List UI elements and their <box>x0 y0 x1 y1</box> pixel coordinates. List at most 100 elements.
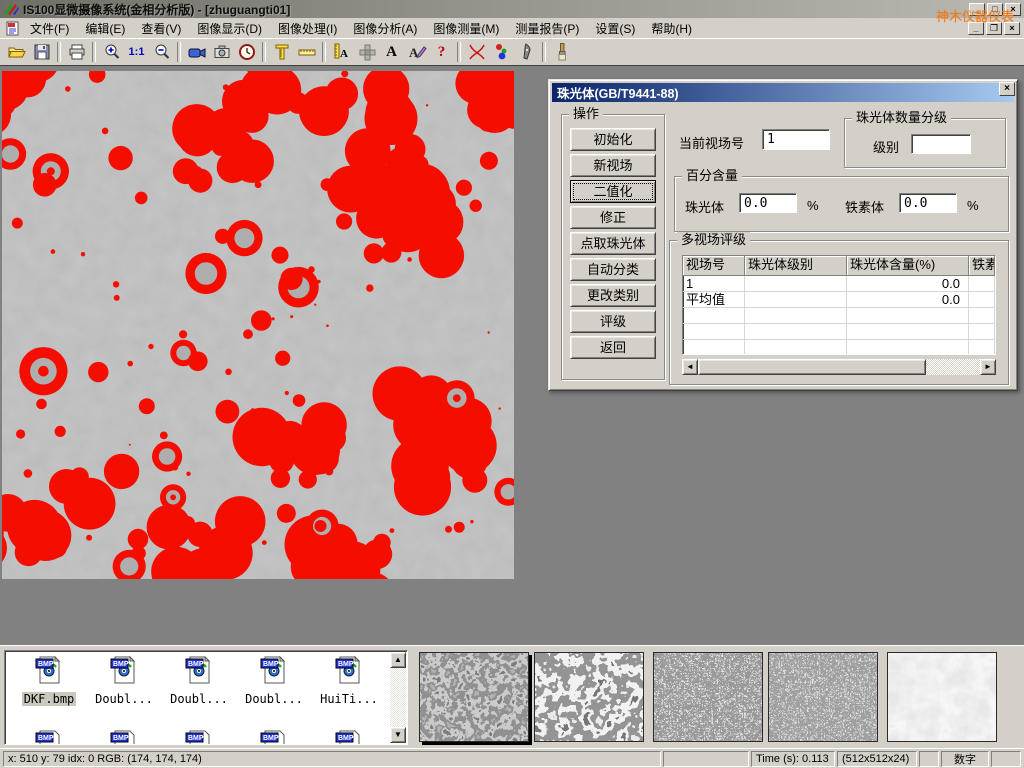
menu-item-image-process[interactable]: 图像处理(I) <box>270 18 345 39</box>
table-row[interactable]: 1 0.0 <box>683 276 995 292</box>
toolbar-separator <box>262 42 266 62</box>
scroll-left-icon[interactable]: ◄ <box>682 359 698 375</box>
dialog-close-icon[interactable]: × <box>999 82 1015 96</box>
current-field-input[interactable]: 1 <box>762 129 830 150</box>
workspace: 珠光体(GB/T9441-88) × 操作 初始化 新视场 二值化 修正 点取珠… <box>0 65 1024 645</box>
level-input[interactable] <box>911 134 971 154</box>
ferrite-percent-input[interactable]: 0.0 <box>899 193 957 213</box>
percent-group-label: 百分含量 <box>682 168 742 183</box>
thumbnail-1[interactable] <box>419 652 529 742</box>
menu-item-file[interactable]: 文件(F) <box>22 18 77 39</box>
measure-text-icon[interactable]: A <box>329 40 354 64</box>
zoom-out-icon[interactable] <box>149 40 174 64</box>
file-item[interactable]: BMP Doubl... <box>163 655 235 708</box>
file-item[interactable]: BMP HuiTi... <box>313 655 385 708</box>
specimen-image[interactable] <box>2 71 514 579</box>
thumbnail-2[interactable] <box>534 652 644 742</box>
grade-group: 珠光体数量分级 级别 <box>844 118 1006 168</box>
menu-item-report[interactable]: 测量报告(P) <box>507 18 587 39</box>
change-class-button[interactable]: 更改类别 <box>570 284 656 307</box>
file-label[interactable]: HuiTi... <box>318 692 380 706</box>
initialize-button[interactable]: 初始化 <box>570 128 656 151</box>
toolbar-separator <box>57 42 61 62</box>
table-hscrollbar[interactable]: ◄ ► <box>682 359 996 375</box>
svg-text:BMP: BMP <box>38 661 54 668</box>
timer-icon[interactable] <box>234 40 259 64</box>
scroll-track[interactable] <box>390 668 406 727</box>
file-item[interactable]: BMP <box>238 729 310 745</box>
print-icon[interactable] <box>64 40 89 64</box>
curve-tool-icon[interactable] <box>464 40 489 64</box>
document-icon[interactable] <box>5 21 20 36</box>
toolbar-separator <box>322 42 326 62</box>
dialog-title: 珠光体(GB/T9441-88) <box>557 83 679 102</box>
svg-text:BMP: BMP <box>263 735 279 742</box>
actual-size-icon[interactable]: 1:1 <box>124 40 149 64</box>
return-button[interactable]: 返回 <box>570 336 656 359</box>
thumbnail-5[interactable] <box>887 652 997 742</box>
vendor-watermark: 神木仪器仪表 <box>936 6 1014 25</box>
file-item[interactable]: BMP DKF.bmp <box>13 655 85 708</box>
save-icon[interactable] <box>29 40 54 64</box>
video-camera-icon[interactable] <box>184 40 209 64</box>
table-row[interactable] <box>683 308 995 324</box>
file-item[interactable]: BMP Doubl... <box>88 655 160 708</box>
menu-item-view[interactable]: 查看(V) <box>133 18 189 39</box>
menu-bar: 文件(F) 编辑(E) 查看(V) 图像显示(D) 图像处理(I) 图像分析(A… <box>0 18 1024 38</box>
merge-fields-icon[interactable] <box>354 40 379 64</box>
brush-icon[interactable] <box>549 40 574 64</box>
file-browser-vscrollbar[interactable]: ▲ ▼ <box>390 652 406 743</box>
bmp-file-icon: BMP <box>259 655 289 685</box>
file-item[interactable]: BMP <box>163 729 235 745</box>
file-item[interactable]: BMP Doubl... <box>238 655 310 708</box>
table-row[interactable] <box>683 340 995 355</box>
rating-table: 视场号 珠光体级别 珠光体含量(%) 铁素体 1 0.0 平均值 <box>682 255 996 355</box>
table-row[interactable]: 平均值 0.0 <box>683 292 995 308</box>
caliper-icon[interactable] <box>269 40 294 64</box>
zoom-in-icon[interactable] <box>99 40 124 64</box>
menu-item-settings[interactable]: 设置(S) <box>587 18 643 39</box>
menu-item-edit[interactable]: 编辑(E) <box>77 18 133 39</box>
dialog-title-bar[interactable]: 珠光体(GB/T9441-88) <box>552 83 1014 102</box>
pearlite-dialog: 珠光体(GB/T9441-88) × 操作 初始化 新视场 二值化 修正 点取珠… <box>548 79 1018 391</box>
bmp-file-icon: BMP <box>259 729 289 745</box>
pen-icon[interactable] <box>514 40 539 64</box>
capture-icon[interactable] <box>209 40 234 64</box>
edit-text-icon[interactable]: A <box>404 40 429 64</box>
operations-group: 操作 初始化 新视场 二值化 修正 点取珠光体 自动分类 更改类别 评级 返回 <box>561 114 665 380</box>
scroll-up-icon[interactable]: ▲ <box>390 652 406 668</box>
pearlite-percent-input[interactable]: 0.0 <box>739 193 797 213</box>
thumbnail-3[interactable] <box>653 652 763 742</box>
ruler-icon[interactable] <box>294 40 319 64</box>
scroll-right-icon[interactable]: ► <box>980 359 996 375</box>
menu-item-image-analysis[interactable]: 图像分析(A) <box>345 18 425 39</box>
file-label[interactable]: Doubl... <box>243 692 305 706</box>
menu-item-image-measure[interactable]: 图像测量(M) <box>425 18 507 39</box>
pick-pearlite-button[interactable]: 点取珠光体 <box>570 232 656 255</box>
file-label[interactable]: Doubl... <box>168 692 230 706</box>
binarize-button[interactable]: 二值化 <box>570 180 656 203</box>
open-icon[interactable] <box>4 40 29 64</box>
file-label[interactable]: DKF.bmp <box>22 692 77 706</box>
multifield-group-label: 多视场评级 <box>677 232 750 247</box>
scroll-down-icon[interactable]: ▼ <box>390 727 406 743</box>
help-icon[interactable]: ? <box>429 40 454 64</box>
menu-item-help[interactable]: 帮助(H) <box>643 18 700 39</box>
file-item[interactable]: BMP <box>13 729 85 745</box>
grade-button[interactable]: 评级 <box>570 310 656 333</box>
scroll-thumb[interactable] <box>698 359 926 375</box>
correct-button[interactable]: 修正 <box>570 206 656 229</box>
file-label[interactable]: Doubl... <box>93 692 155 706</box>
auto-classify-button[interactable]: 自动分类 <box>570 258 656 281</box>
text-icon[interactable]: A <box>379 40 404 64</box>
new-field-button[interactable]: 新视场 <box>570 154 656 177</box>
status-panel-empty <box>919 751 939 767</box>
file-item[interactable]: BMP <box>88 729 160 745</box>
table-row[interactable] <box>683 324 995 340</box>
thumbnail-4[interactable] <box>768 652 878 742</box>
file-item[interactable]: BMP <box>313 729 385 745</box>
bmp-file-icon: BMP <box>34 729 64 745</box>
menu-item-image-display[interactable]: 图像显示(D) <box>189 18 270 39</box>
phase-particles-icon[interactable] <box>489 40 514 64</box>
scroll-track[interactable] <box>926 359 980 375</box>
